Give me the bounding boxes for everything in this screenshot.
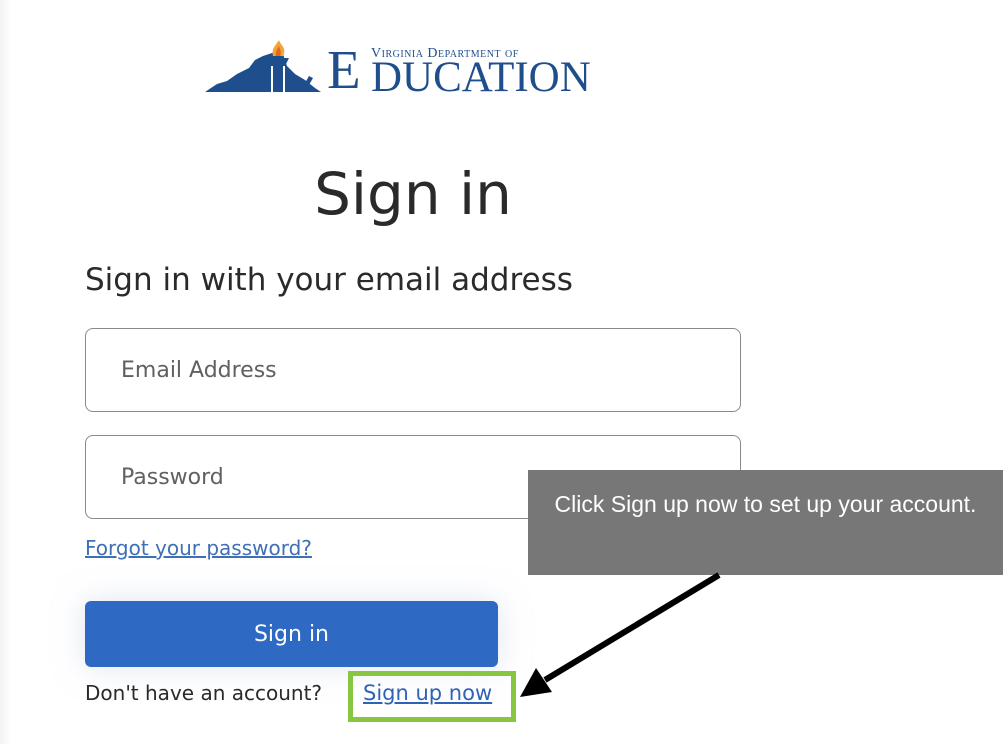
logo-education-text: DUCATION [371,54,591,101]
email-field[interactable] [85,328,741,412]
virginia-map-torch-icon [205,40,321,92]
sign-in-subtitle: Sign in with your email address [85,262,573,298]
instruction-callout: Click Sign up now to set up your account… [528,470,1003,575]
signup-prompt: Don't have an account? [85,681,323,705]
page-title: Sign in [314,160,512,228]
sign-in-page: E Virginia Department of DUCATION Sign i… [0,0,1003,744]
sign-in-button[interactable]: Sign in [85,601,498,667]
left-edge-shadow [0,0,12,744]
callout-text: Click Sign up now to set up your account… [554,491,977,517]
sign-up-now-link[interactable]: Sign up now [363,681,492,705]
forgot-password-link[interactable]: Forgot your password? [85,536,312,560]
vdoe-logo: E Virginia Department of DUCATION [205,40,605,100]
logo-letter-e: E [327,39,361,100]
